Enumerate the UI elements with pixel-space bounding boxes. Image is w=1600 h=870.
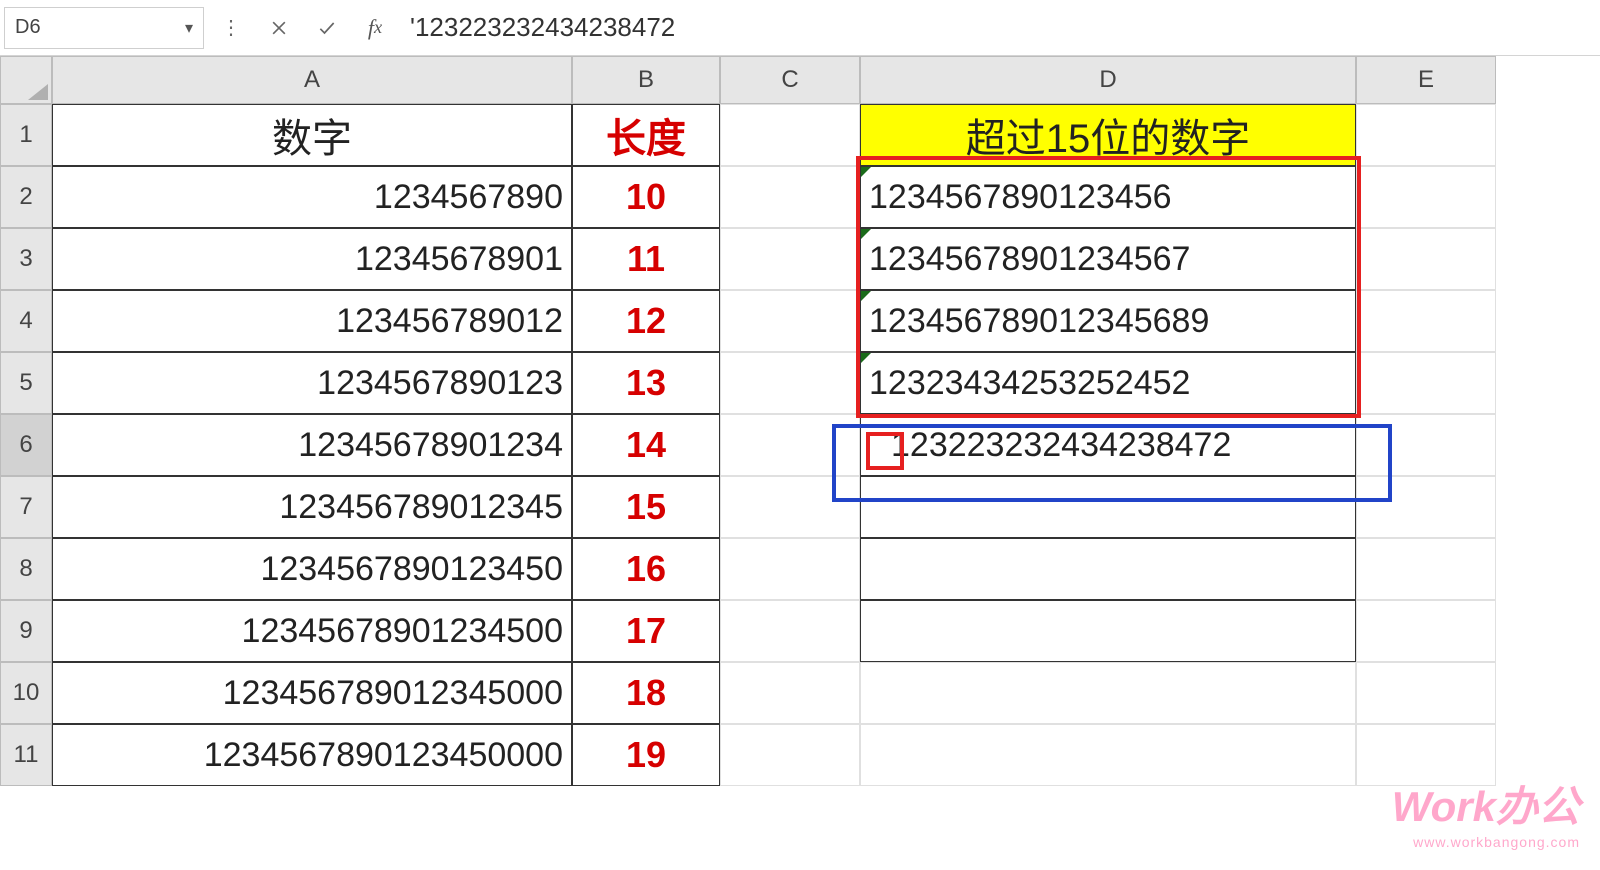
cell-D1[interactable]: 超过15位的数字 — [860, 104, 1356, 166]
row-header-2[interactable]: 2 — [0, 166, 52, 228]
col-header-A[interactable]: A — [52, 56, 572, 104]
row-header-6[interactable]: 6 — [0, 414, 52, 476]
cell-A9[interactable]: 12345678901234500 — [52, 600, 572, 662]
cell-E10[interactable] — [1356, 662, 1496, 724]
cell-A1[interactable]: 数字 — [52, 104, 572, 166]
cell-B11[interactable]: 19 — [572, 724, 720, 786]
select-all-corner[interactable] — [0, 56, 52, 104]
cell-B5[interactable]: 13 — [572, 352, 720, 414]
cell-E8[interactable] — [1356, 538, 1496, 600]
cell-B1[interactable]: 长度 — [572, 104, 720, 166]
expand-icon[interactable]: ⋮ — [210, 7, 252, 49]
cell-D2[interactable]: 1234567890123456 — [860, 166, 1356, 228]
cell-A10[interactable]: 123456789012345000 — [52, 662, 572, 724]
cell-C8[interactable] — [720, 538, 860, 600]
dropdown-icon[interactable]: ▾ — [185, 18, 193, 38]
col-header-E[interactable]: E — [1356, 56, 1496, 104]
cell-D7[interactable] — [860, 476, 1356, 538]
cell-B10[interactable]: 18 — [572, 662, 720, 724]
cell-A3[interactable]: 12345678901 — [52, 228, 572, 290]
cell-C3[interactable] — [720, 228, 860, 290]
cell-E2[interactable] — [1356, 166, 1496, 228]
cell-B8[interactable]: 16 — [572, 538, 720, 600]
col-header-B[interactable]: B — [572, 56, 720, 104]
row-header-11[interactable]: 11 — [0, 724, 52, 786]
watermark-brand: Work办公 — [1392, 773, 1580, 834]
cell-C9[interactable] — [720, 600, 860, 662]
formula-text: '123223232434238472 — [410, 12, 675, 43]
cell-B9[interactable]: 17 — [572, 600, 720, 662]
cell-B3[interactable]: 11 — [572, 228, 720, 290]
cell-A5[interactable]: 1234567890123 — [52, 352, 572, 414]
cell-A6[interactable]: 12345678901234 — [52, 414, 572, 476]
cell-A11[interactable]: 1234567890123450000 — [52, 724, 572, 786]
cell-A2[interactable]: 1234567890 — [52, 166, 572, 228]
cell-C11[interactable] — [720, 724, 860, 786]
cell-E3[interactable] — [1356, 228, 1496, 290]
cell-D10[interactable] — [860, 662, 1356, 724]
cell-D11[interactable] — [860, 724, 1356, 786]
cell-C6[interactable] — [720, 414, 860, 476]
cancel-icon[interactable] — [258, 7, 300, 49]
cell-B7[interactable]: 15 — [572, 476, 720, 538]
cell-A8[interactable]: 1234567890123450 — [52, 538, 572, 600]
row-header-4[interactable]: 4 — [0, 290, 52, 352]
name-box[interactable]: D6 ▾ — [4, 7, 204, 49]
cell-C4[interactable] — [720, 290, 860, 352]
cell-B4[interactable]: 12 — [572, 290, 720, 352]
cell-D5[interactable]: 12323434253252452 — [860, 352, 1356, 414]
formula-bar: D6 ▾ ⋮ fx '123223232434238472 — [0, 0, 1600, 56]
cell-C5[interactable] — [720, 352, 860, 414]
formula-input[interactable]: '123223232434238472 — [402, 7, 1596, 49]
row-header-5[interactable]: 5 — [0, 352, 52, 414]
cell-D6[interactable]: 123223232434238472 — [860, 414, 1356, 476]
cell-E9[interactable] — [1356, 600, 1496, 662]
confirm-icon[interactable] — [306, 7, 348, 49]
cell-E7[interactable] — [1356, 476, 1496, 538]
row-header-9[interactable]: 9 — [0, 600, 52, 662]
watermark: Work办公 www.workbangong.com — [1392, 773, 1580, 850]
cell-E1[interactable] — [1356, 104, 1496, 166]
cell-D8[interactable] — [860, 538, 1356, 600]
fx-icon[interactable]: fx — [354, 7, 396, 49]
cell-C1[interactable] — [720, 104, 860, 166]
cell-E6[interactable] — [1356, 414, 1496, 476]
cell-C2[interactable] — [720, 166, 860, 228]
col-header-C[interactable]: C — [720, 56, 860, 104]
cell-D9[interactable] — [860, 600, 1356, 662]
row-header-1[interactable]: 1 — [0, 104, 52, 166]
cell-C7[interactable] — [720, 476, 860, 538]
cell-E5[interactable] — [1356, 352, 1496, 414]
watermark-url: www.workbangong.com — [1392, 834, 1580, 850]
cell-A4[interactable]: 123456789012 — [52, 290, 572, 352]
cell-D4[interactable]: 123456789012345689 — [860, 290, 1356, 352]
name-box-value: D6 — [15, 16, 41, 39]
col-header-D[interactable]: D — [860, 56, 1356, 104]
cell-A7[interactable]: 123456789012345 — [52, 476, 572, 538]
row-header-3[interactable]: 3 — [0, 228, 52, 290]
cell-E4[interactable] — [1356, 290, 1496, 352]
cell-C10[interactable] — [720, 662, 860, 724]
spreadsheet-grid: A B C D E 1 数字 长度 超过15位的数字 2 1234567890 … — [0, 56, 1600, 786]
row-header-7[interactable]: 7 — [0, 476, 52, 538]
row-header-8[interactable]: 8 — [0, 538, 52, 600]
cell-B2[interactable]: 10 — [572, 166, 720, 228]
cell-D3[interactable]: 12345678901234567 — [860, 228, 1356, 290]
row-header-10[interactable]: 10 — [0, 662, 52, 724]
cell-B6[interactable]: 14 — [572, 414, 720, 476]
